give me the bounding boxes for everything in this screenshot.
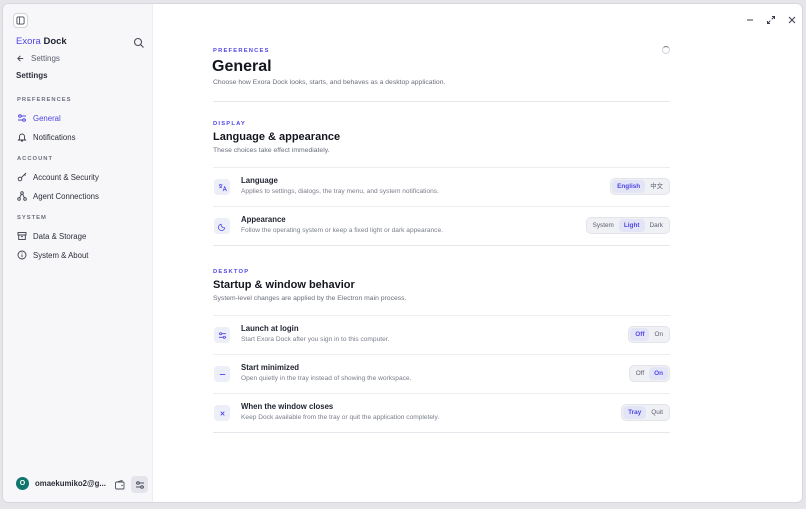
desktop-section-subtitle: System-level changes are applied by the … (213, 295, 407, 302)
maximize-icon[interactable] (766, 12, 776, 24)
window-close-option-tray[interactable]: Tray (623, 406, 647, 419)
launch-at-login-option-on[interactable]: On (649, 328, 668, 341)
sidebar-item-general[interactable]: General (17, 113, 61, 123)
back-link[interactable]: Settings (16, 54, 60, 63)
setting-title: Launch at login (241, 324, 299, 333)
avatar: O (16, 477, 29, 490)
app-window: Exora Dock Settings Settings PREFERENCES… (2, 3, 803, 503)
sidebar-item-account-security[interactable]: Account & Security (17, 172, 99, 182)
moon-icon (214, 218, 230, 234)
sidebar-item-label: Notifications (33, 132, 76, 142)
section-label-preferences: PREFERENCES (17, 97, 72, 103)
app-brand: Exora Dock (16, 36, 67, 47)
sliders-icon (214, 327, 230, 343)
appearance-option-system[interactable]: System (588, 219, 619, 232)
search-icon[interactable] (133, 36, 145, 48)
language-option-chinese[interactable]: 中文 (645, 180, 668, 193)
setting-row-launch-at-login: Launch at login Start Exora Dock after y… (213, 315, 670, 354)
back-link-label: Settings (31, 54, 60, 63)
minus-icon (214, 366, 230, 382)
sidebar-item-agent-connections[interactable]: Agent Connections (17, 191, 99, 201)
bell-icon (17, 133, 27, 142)
setting-row-start-minimized: Start minimized Open quietly in the tray… (213, 354, 670, 393)
sidebar-item-system-about[interactable]: System & About (17, 250, 88, 260)
setting-description: Follow the operating system or keep a fi… (241, 227, 443, 234)
sidebar-toggle-icon[interactable] (13, 13, 28, 28)
section-label-account: ACCOUNT (17, 156, 53, 162)
section-label-system: SYSTEM (17, 215, 47, 221)
sidebar-item-label: General (33, 113, 61, 123)
window-close-behavior-control: Tray Quit (621, 404, 670, 421)
display-section-eyebrow: DISPLAY (213, 121, 246, 127)
sidebar-item-label: Agent Connections (33, 191, 99, 201)
setting-description: Open quietly in the tray instead of show… (241, 375, 412, 382)
display-section-title: Language & appearance (213, 131, 341, 143)
display-section-subtitle: These choices take effect immediately. (213, 147, 330, 154)
arrow-left-icon (17, 55, 24, 62)
section-divider (213, 245, 670, 246)
user-account[interactable]: O omaekumiko2@g... (16, 477, 106, 490)
minimize-icon[interactable] (745, 12, 755, 22)
sliders-icon (135, 480, 144, 489)
appearance-option-dark[interactable]: Dark (645, 219, 669, 232)
close-icon[interactable] (787, 12, 797, 24)
desktop-section-eyebrow: DESKTOP (213, 269, 250, 275)
loading-spinner-icon (662, 46, 670, 54)
setting-description: Start Exora Dock after you sign in to th… (241, 336, 390, 343)
page-eyebrow: PREFERENCES (213, 48, 270, 54)
key-icon (17, 172, 27, 182)
launch-at-login-toggle: Off On (628, 326, 670, 343)
section-divider (213, 432, 670, 433)
setting-row-appearance: Appearance Follow the operating system o… (213, 206, 670, 245)
start-minimized-option-off[interactable]: Off (631, 367, 649, 380)
sidebar-item-notifications[interactable]: Notifications (17, 132, 75, 142)
translate-icon (214, 179, 230, 195)
sidebar-item-label: Account & Security (33, 172, 99, 182)
appearance-segmented-control: System Light Dark (585, 217, 670, 234)
setting-row-language: Language Applies to settings, dialogs, t… (213, 167, 670, 206)
close-icon (214, 405, 230, 421)
brand-name-part1: Exora (16, 36, 41, 47)
desktop-section-title: Startup & window behavior (213, 279, 355, 291)
settings-sliders-button[interactable] (131, 476, 148, 493)
launch-at-login-option-off[interactable]: Off (630, 328, 650, 341)
wallet-icon[interactable] (114, 478, 126, 490)
start-minimized-toggle: Off On (628, 365, 670, 382)
header-divider (213, 101, 670, 102)
sidebar-item-data-storage[interactable]: Data & Storage (17, 231, 86, 241)
setting-title: Language (241, 176, 278, 185)
page-title: General (212, 58, 272, 75)
setting-title: When the window closes (241, 402, 334, 411)
page-subtitle: Choose how Exora Dock looks, starts, and… (213, 79, 446, 86)
start-minimized-option-on[interactable]: On (649, 367, 668, 380)
window-close-option-quit[interactable]: Quit (646, 406, 668, 419)
sidebar-item-label: Data & Storage (33, 231, 87, 241)
sliders-icon (18, 114, 26, 122)
setting-title: Start minimized (241, 363, 300, 372)
network-icon (17, 191, 27, 201)
sidebar-item-label: System & About (33, 250, 89, 260)
language-option-english[interactable]: English (612, 180, 646, 193)
info-icon (17, 250, 27, 260)
sidebar: Exora Dock Settings Settings PREFERENCES… (3, 4, 153, 502)
appearance-option-light[interactable]: Light (618, 219, 645, 232)
setting-description: Applies to settings, dialogs, the tray m… (241, 188, 439, 195)
setting-row-window-close: When the window closes Keep Dock availab… (213, 393, 670, 432)
archive-icon (17, 232, 27, 240)
setting-title: Appearance (241, 215, 286, 224)
brand-name-part2: Dock (43, 36, 67, 47)
language-segmented-control: English 中文 (610, 178, 670, 195)
setting-description: Keep Dock available from the tray or qui… (241, 414, 440, 421)
user-email: omaekumiko2@g... (35, 479, 106, 488)
sidebar-title: Settings (16, 71, 48, 80)
